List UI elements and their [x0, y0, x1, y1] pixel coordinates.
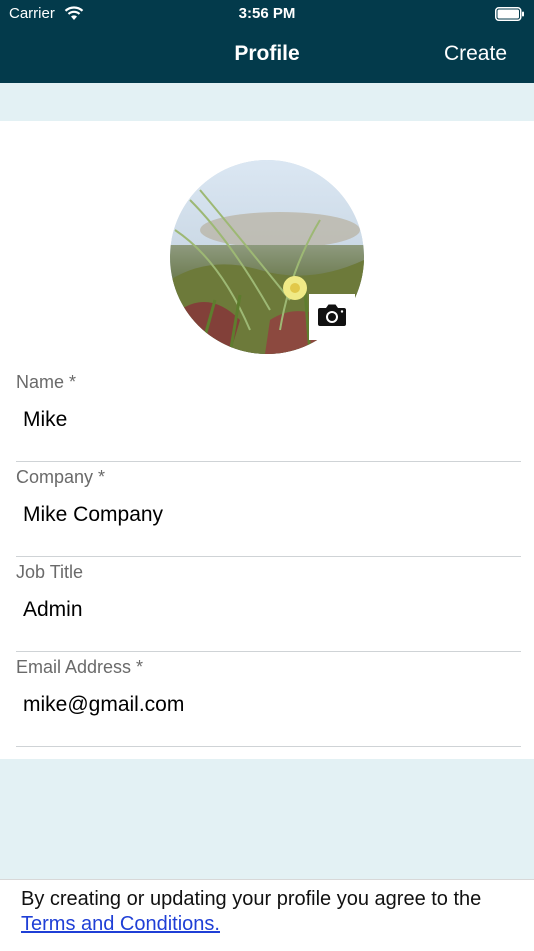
terms-footer: By creating or updating your profile you… [0, 879, 534, 951]
camera-icon [317, 303, 347, 332]
change-photo-button[interactable] [309, 294, 355, 340]
create-button[interactable]: Create [444, 42, 507, 66]
name-field-label: Name * [16, 372, 77, 392]
battery-icon [495, 7, 525, 26]
job-title-input[interactable] [16, 588, 521, 632]
email-field-label: Email Address * [16, 657, 144, 677]
name-input[interactable] [16, 398, 521, 442]
company-field-label: Company * [16, 467, 106, 487]
profile-form: Name * Company * Job Title Email Address… [0, 121, 534, 759]
email-input[interactable] [16, 683, 521, 727]
status-time: 3:56 PM [238, 5, 296, 22]
job-title-field-label: Job Title [16, 562, 84, 582]
terms-notice: By creating or updating your profile you… [21, 888, 482, 910]
company-input[interactable] [16, 493, 521, 537]
email-field: Email Address * [16, 651, 521, 747]
company-field: Company * [16, 461, 521, 557]
avatar-container [170, 160, 364, 354]
nav-header: Carrier 3:56 PM Profile Create [0, 0, 534, 83]
status-bar: Carrier 3:56 PM [0, 0, 534, 28]
job-title-field: Job Title [16, 556, 521, 652]
name-field: Name * [16, 366, 521, 462]
terms-link[interactable]: Terms and Conditions. [21, 913, 220, 936]
